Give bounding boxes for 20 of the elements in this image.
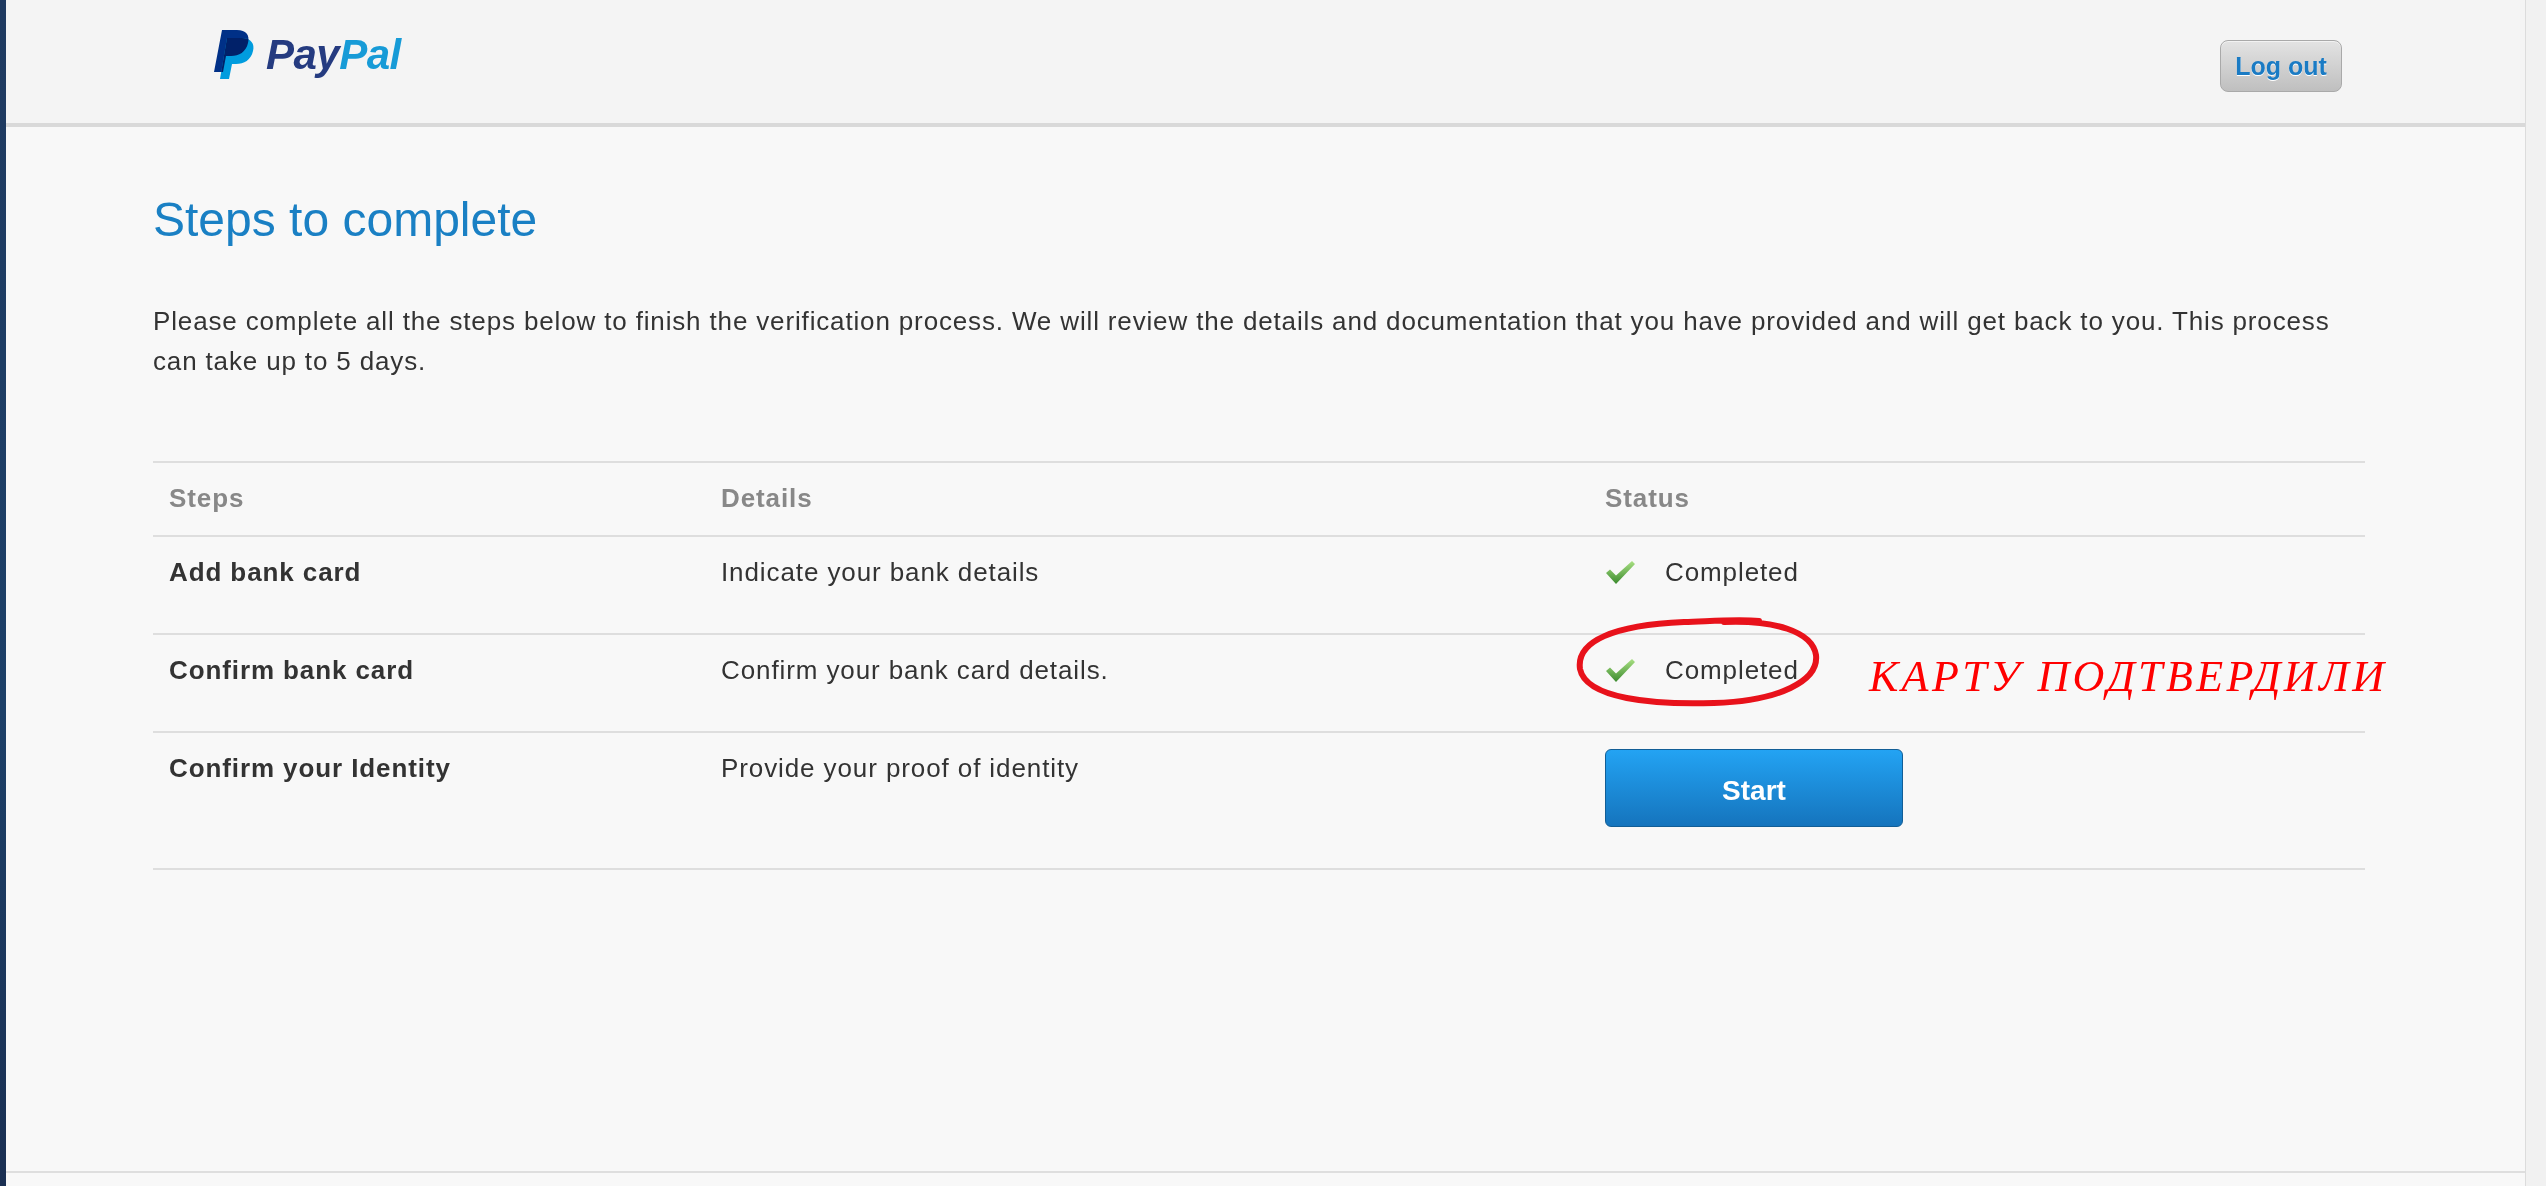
step-name: Confirm your Identity bbox=[168, 752, 452, 785]
intro-paragraph: Please complete all the steps below to finish the verification process. We will review the details and documentation that you have provided and will get back to you. This process can take up to 5 days. bbox=[153, 305, 2331, 378]
logo-text: PayPal bbox=[266, 33, 401, 76]
logout-button[interactable]: Log out bbox=[2220, 40, 2342, 92]
check-icon bbox=[1605, 559, 1636, 585]
annotation-text: КАРТУ ПОДТВЕРДИЛИ bbox=[1869, 655, 2388, 699]
step-details: Confirm your bank card details. bbox=[720, 654, 1110, 687]
check-icon bbox=[1605, 657, 1636, 683]
step-details: Provide your proof of identity bbox=[720, 752, 1080, 785]
column-header: Status bbox=[1604, 482, 1691, 515]
step-name: Add bank card bbox=[168, 556, 363, 589]
status-text: Completed bbox=[1665, 654, 1799, 686]
status-text: Completed bbox=[1665, 556, 1799, 588]
page-title: Steps to complete bbox=[153, 192, 539, 248]
column-header: Details bbox=[720, 482, 814, 515]
step-details: Indicate your bank details bbox=[720, 556, 1041, 589]
column-header: Steps bbox=[168, 482, 246, 515]
step-name: Confirm bank card bbox=[168, 654, 415, 687]
start-button[interactable]: Start bbox=[1605, 749, 1903, 827]
logo-icon bbox=[213, 30, 256, 79]
